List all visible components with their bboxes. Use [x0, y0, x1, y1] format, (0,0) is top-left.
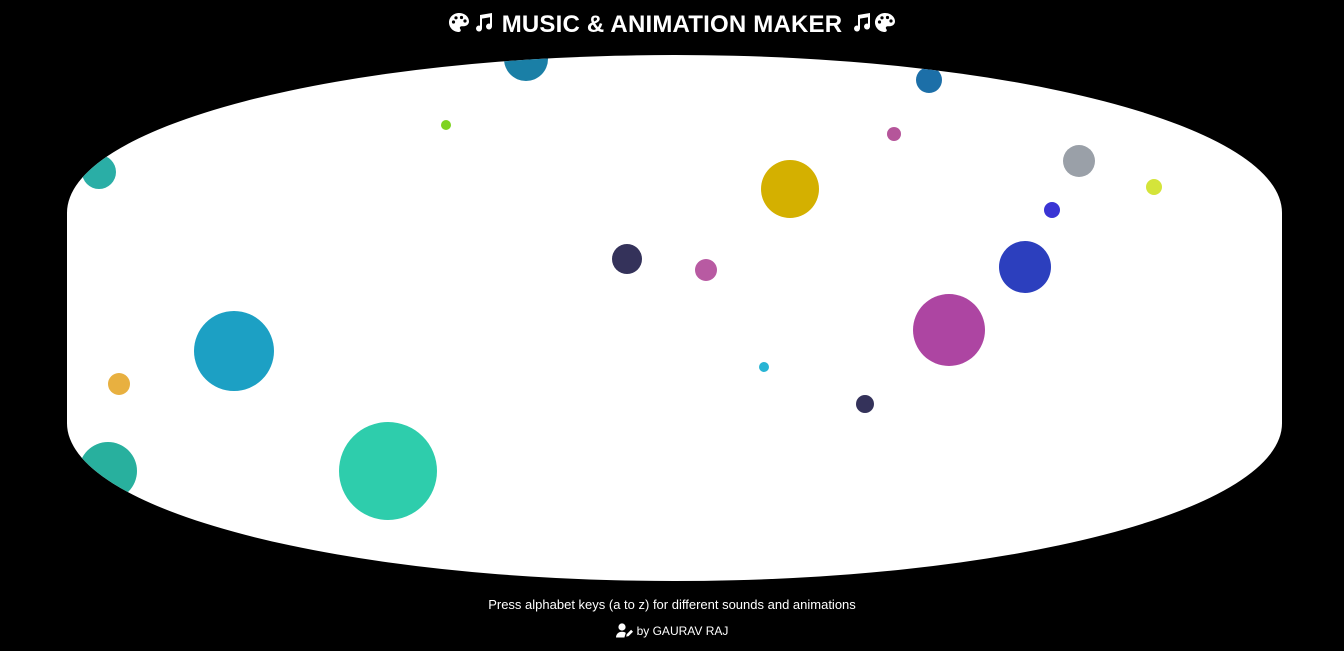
circle-grey — [1063, 145, 1095, 177]
animation-canvas[interactable] — [67, 55, 1282, 581]
app-page: MUSIC & ANIMATION MAKER Press alphabet k… — [0, 0, 1344, 651]
page-title: MUSIC & ANIMATION MAKER — [0, 8, 1344, 45]
circle-yellow-green — [1146, 179, 1162, 195]
circle-navy-small — [856, 395, 874, 413]
user-edit-icon — [615, 623, 633, 643]
circle-navy — [612, 244, 642, 274]
circle-royal-blue — [999, 241, 1051, 293]
instructions-text: Press alphabet keys (a to z) for differe… — [488, 597, 856, 612]
circle-lime-small — [441, 120, 451, 130]
circle-teal-bottom-left — [79, 442, 137, 500]
palette-icon — [447, 11, 471, 45]
circle-mint-large — [339, 422, 437, 520]
circle-amber — [108, 373, 130, 395]
circle-gold — [761, 160, 819, 218]
circle-teal-left — [82, 155, 116, 189]
circle-pink-small — [887, 127, 901, 141]
circle-blue-small — [1044, 202, 1060, 218]
circle-magenta — [913, 294, 985, 366]
circles-layer — [79, 55, 1162, 520]
title-text: MUSIC & ANIMATION MAKER — [501, 11, 843, 38]
circle-blue-top-right — [916, 67, 942, 93]
music-note-icon — [849, 11, 873, 45]
circle-pink — [695, 259, 717, 281]
credit-text: by GAURAV RAJ — [636, 624, 729, 638]
circle-cyan-tiny — [759, 362, 769, 372]
circle-dark-blue-top — [504, 55, 548, 81]
music-note-icon — [471, 11, 495, 45]
palette-icon — [873, 11, 897, 45]
credit: by GAURAV RAJ — [0, 623, 1344, 643]
circle-cerulean — [194, 311, 274, 391]
